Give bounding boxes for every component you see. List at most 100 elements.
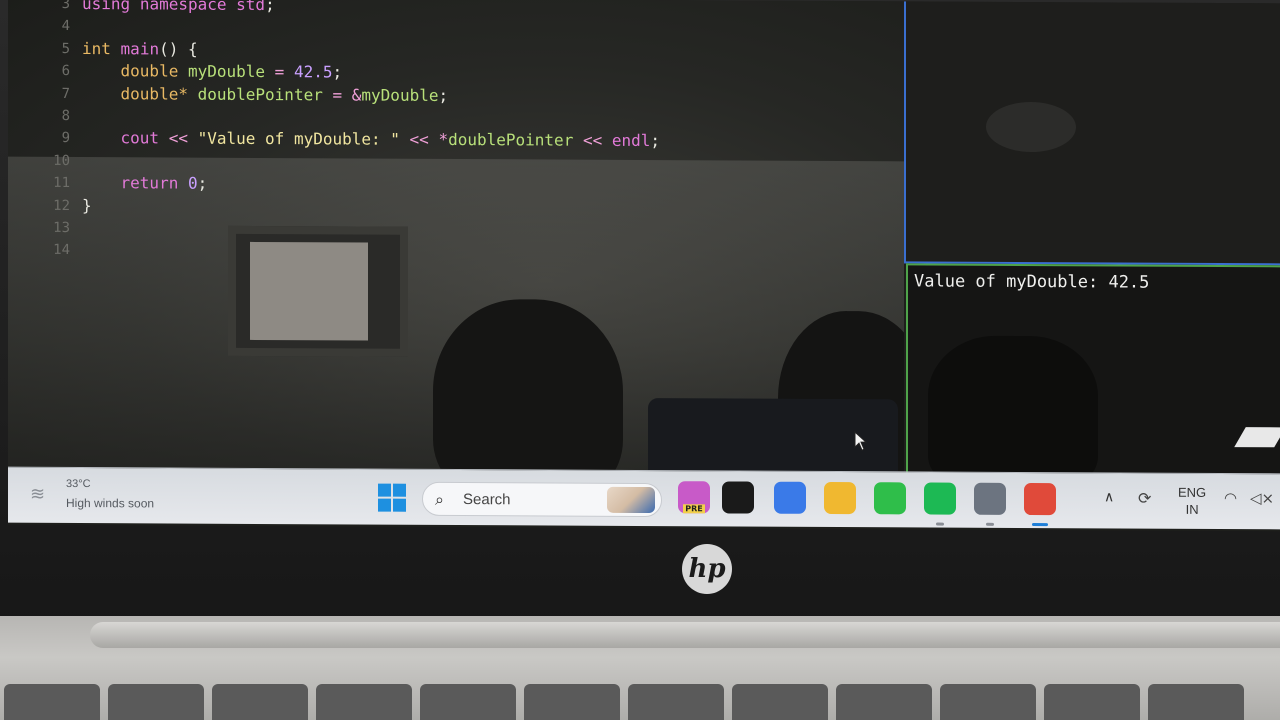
keyboard-key	[940, 684, 1036, 720]
laptop-screen: 3 using namespace std; 4 5 int main() {6 dou…	[8, 0, 1280, 532]
line-number: 10	[53, 152, 70, 169]
spotify-icon[interactable]	[924, 482, 956, 515]
code-token: myDouble	[361, 85, 439, 105]
weather-text: High winds soon	[66, 495, 155, 511]
language-indicator[interactable]: ENG IN	[1178, 484, 1206, 518]
code-text: cout << "Value of myDouble: " << *double…	[82, 127, 661, 152]
code-token: doublePointer	[197, 84, 323, 104]
line-number: 3	[61, 0, 70, 12]
keyboard-key	[108, 684, 204, 720]
screen-reflection-person	[928, 335, 1098, 487]
code-token: =	[274, 62, 285, 82]
wind-icon: ≋	[30, 483, 46, 505]
sync-icon[interactable]: ⟳	[1138, 489, 1151, 508]
code-token: myDouble	[187, 61, 266, 82]
code-token: <<	[168, 128, 188, 148]
task-view-icon[interactable]	[722, 481, 754, 514]
line-number: 11	[53, 175, 70, 192]
code-token: 0	[187, 173, 198, 193]
whatsapp-icon[interactable]	[874, 482, 906, 515]
code-token: ;	[332, 62, 343, 82]
keyboard-key	[212, 684, 308, 720]
running-app-indicator	[986, 522, 994, 526]
chevron-up-icon[interactable]: ∧	[1104, 489, 1114, 505]
code-text: double myDouble = 42.5;	[82, 60, 343, 83]
start-button[interactable]	[378, 483, 406, 512]
windows-logo-icon	[378, 483, 391, 497]
keyboard-key	[1044, 684, 1140, 720]
wifi-icon[interactable]: ◠	[1224, 489, 1237, 507]
file-explorer-icon[interactable]	[824, 481, 856, 515]
keyboard-key	[420, 684, 516, 720]
search-highlight-image	[607, 486, 655, 514]
code-token: main	[120, 39, 160, 59]
preview-panel	[904, 1, 1280, 266]
output-panel[interactable]: Value of myDouble: 42.5	[906, 263, 1280, 487]
code-editor[interactable]: 3 using namespace std; 4 5 int main() {6 dou…	[8, 0, 904, 472]
code-token: *	[438, 130, 449, 150]
running-app-indicator	[936, 522, 944, 526]
keyboard-key	[1148, 684, 1244, 720]
code-token: <<	[409, 130, 429, 150]
line-number: 4	[61, 18, 70, 35]
line-number: 14	[53, 242, 70, 259]
language-code: ENG	[1178, 484, 1207, 500]
hp-logo: hp	[682, 544, 732, 594]
code-token: ;	[650, 131, 661, 151]
weather-temperature: 33°C	[66, 477, 91, 491]
screen-reflection-person	[433, 298, 623, 472]
code-token: double*	[120, 83, 188, 104]
code-token: using	[82, 0, 131, 14]
code-token: int	[82, 38, 111, 58]
code-text: }	[82, 195, 92, 217]
copilot-pre-icon[interactable]: PRE	[678, 481, 710, 514]
code-token: ;	[438, 85, 449, 105]
line-number: 8	[61, 107, 70, 124]
keyboard-key	[732, 684, 828, 720]
active-app-indicator	[1032, 523, 1048, 527]
code-token: double	[120, 61, 179, 81]
keyboard-key	[4, 684, 100, 720]
meet-icon[interactable]	[774, 481, 806, 514]
weather-widget[interactable]: ≋ 33°C High winds soon	[30, 476, 180, 517]
keyboard-key	[628, 684, 724, 720]
line-number: 13	[53, 219, 70, 236]
code-token: "Value of myDouble: "	[197, 129, 400, 150]
search-input[interactable]: ⌕ Search	[422, 481, 662, 518]
keyboard-keys	[0, 684, 1280, 720]
code-token: }	[82, 195, 92, 215]
laptop-hinge	[90, 622, 1280, 648]
line-number: 7	[61, 85, 70, 102]
taskbar: ≋ 33°C High winds soon ⌕ Search PRE ∧ ⟳ …	[8, 466, 1280, 530]
code-token: doublePointer	[448, 130, 574, 150]
code-token: namespace	[139, 0, 227, 14]
windows-logo-icon	[378, 498, 391, 512]
line-number: 9	[61, 130, 70, 147]
windows-logo-icon	[393, 483, 406, 497]
keyboard-key	[524, 684, 620, 720]
code-token: std	[236, 0, 266, 15]
volume-muted-icon[interactable]: ◁×	[1250, 489, 1274, 507]
code-token: ;	[197, 173, 208, 193]
code-token: <<	[582, 131, 603, 151]
program-output: Value of myDouble: 42.5	[914, 271, 1150, 293]
code-text: int main() {	[82, 38, 198, 61]
chrome-icon[interactable]	[1024, 482, 1056, 516]
code-token: &	[351, 85, 362, 105]
settings-icon[interactable]	[974, 482, 1006, 515]
code-token: endl	[611, 131, 651, 151]
search-label: Search	[463, 491, 511, 509]
code-token: () {	[159, 39, 198, 59]
